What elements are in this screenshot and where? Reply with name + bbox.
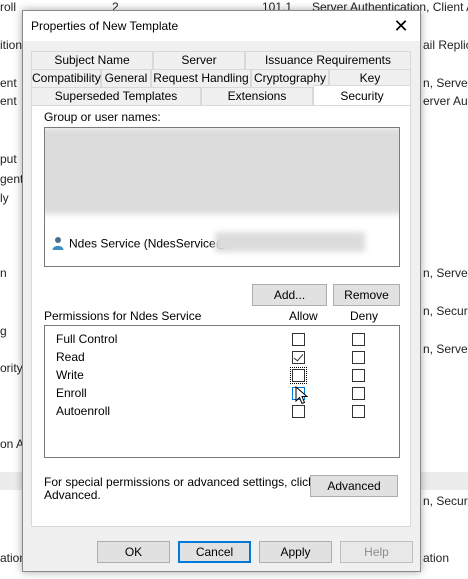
perm-read-label: Read bbox=[56, 350, 85, 364]
bg-row-10-left: ority bbox=[0, 361, 23, 375]
perm-full-control-deny-checkbox[interactable] bbox=[352, 333, 365, 346]
advanced-button[interactable]: Advanced bbox=[310, 475, 398, 497]
perm-autoenroll-label: Autoenroll bbox=[56, 404, 111, 418]
perm-autoenroll-deny-checkbox[interactable] bbox=[352, 405, 365, 418]
add-button[interactable]: Add... bbox=[252, 284, 327, 306]
ok-button[interactable]: OK bbox=[97, 541, 170, 563]
perm-read-deny-checkbox[interactable] bbox=[352, 351, 365, 364]
perm-write-deny-checkbox[interactable] bbox=[352, 369, 365, 382]
tab-row-1: Subject Name Server Issuance Requirement… bbox=[31, 51, 411, 69]
bg-row-7-left: n bbox=[0, 266, 7, 280]
bg-row-2-left: ent bbox=[0, 76, 17, 90]
close-icon[interactable]: ✕ bbox=[390, 15, 412, 37]
special-permissions-text-1: For special permissions or advanced sett… bbox=[44, 475, 315, 489]
redacted-entries bbox=[45, 128, 399, 214]
group-names-label: Group or user names: bbox=[44, 110, 161, 124]
tab-superseded-templates[interactable]: Superseded Templates bbox=[31, 87, 201, 105]
bg-row-11-left: on A bbox=[0, 437, 25, 451]
redacted-user-suffix bbox=[215, 232, 365, 252]
bg-row-9-left: g bbox=[0, 324, 7, 338]
tab-subject-name[interactable]: Subject Name bbox=[31, 51, 153, 69]
group-user-list[interactable]: Ndes Service (NdesService@ bbox=[44, 127, 400, 267]
cancel-button[interactable]: Cancel bbox=[178, 541, 251, 563]
deny-header: Deny bbox=[350, 309, 379, 323]
bg-row-3-left: ent bbox=[0, 94, 17, 108]
list-item-selected-user[interactable]: Ndes Service (NdesService@ bbox=[51, 236, 228, 253]
bg-row-4-left: put bbox=[0, 152, 17, 166]
help-button[interactable]: Help bbox=[340, 541, 413, 563]
mouse-cursor-icon bbox=[295, 386, 309, 405]
bg-row-12-right: n, Secure bbox=[423, 494, 468, 508]
tab-issuance-requirements[interactable]: Issuance Requirements bbox=[245, 51, 411, 69]
user-icon bbox=[51, 236, 65, 253]
bg-row-0-left: roll bbox=[0, 0, 17, 14]
tab-general[interactable]: General bbox=[101, 69, 151, 87]
bg-row-1-right: ail Replic bbox=[423, 38, 468, 52]
bg-row-5-left: gent bbox=[0, 172, 24, 186]
perm-write-label: Write bbox=[56, 368, 84, 382]
perm-read-allow-checkbox[interactable] bbox=[292, 351, 305, 364]
remove-button[interactable]: Remove bbox=[333, 284, 400, 306]
bg-row-1-left: ition bbox=[0, 38, 23, 52]
perm-enroll-deny-checkbox[interactable] bbox=[352, 387, 365, 400]
bg-row-3-right: erver Aut bbox=[423, 94, 468, 108]
bg-row-10-right: n, Server A bbox=[423, 342, 468, 356]
permissions-label: Permissions for Ndes Service bbox=[44, 309, 202, 323]
perm-full-control-allow-checkbox[interactable] bbox=[292, 333, 305, 346]
properties-dialog: Properties of New Template ✕ Subject Nam… bbox=[22, 10, 421, 572]
bg-row-8-right: n, Secure bbox=[423, 304, 468, 318]
title-bar: Properties of New Template ✕ bbox=[23, 11, 420, 41]
bg-row-13-right: ation bbox=[423, 551, 450, 565]
bg-row-2-right: n, Server A bbox=[423, 76, 468, 90]
tab-extensions[interactable]: Extensions bbox=[201, 87, 313, 105]
bg-row-7-right: n, Server A bbox=[423, 266, 468, 280]
perm-enroll-label: Enroll bbox=[56, 386, 87, 400]
bg-row-6-left: ly bbox=[0, 191, 9, 205]
dialog-title: Properties of New Template bbox=[31, 19, 179, 33]
tab-server[interactable]: Server bbox=[153, 51, 245, 69]
tab-row-3: Superseded Templates Extensions Security bbox=[31, 85, 411, 105]
tab-compatibility[interactable]: Compatibility bbox=[31, 69, 101, 87]
security-panel: Group or user names: Ndes Service (NdesS… bbox=[31, 105, 411, 527]
user-name: Ndes Service (NdesService@ bbox=[69, 236, 228, 251]
tab-security[interactable]: Security bbox=[313, 85, 411, 105]
perm-write-allow-checkbox[interactable] bbox=[290, 367, 307, 384]
permissions-list: Full Control Read Write Enroll Autoenrol… bbox=[44, 325, 400, 458]
perm-full-control-label: Full Control bbox=[56, 332, 118, 346]
perm-autoenroll-allow-checkbox[interactable] bbox=[292, 405, 305, 418]
allow-header: Allow bbox=[289, 309, 318, 323]
tab-request-handling[interactable]: Request Handling bbox=[151, 69, 251, 87]
special-permissions-text-2: Advanced. bbox=[44, 488, 101, 502]
apply-button[interactable]: Apply bbox=[259, 541, 332, 563]
